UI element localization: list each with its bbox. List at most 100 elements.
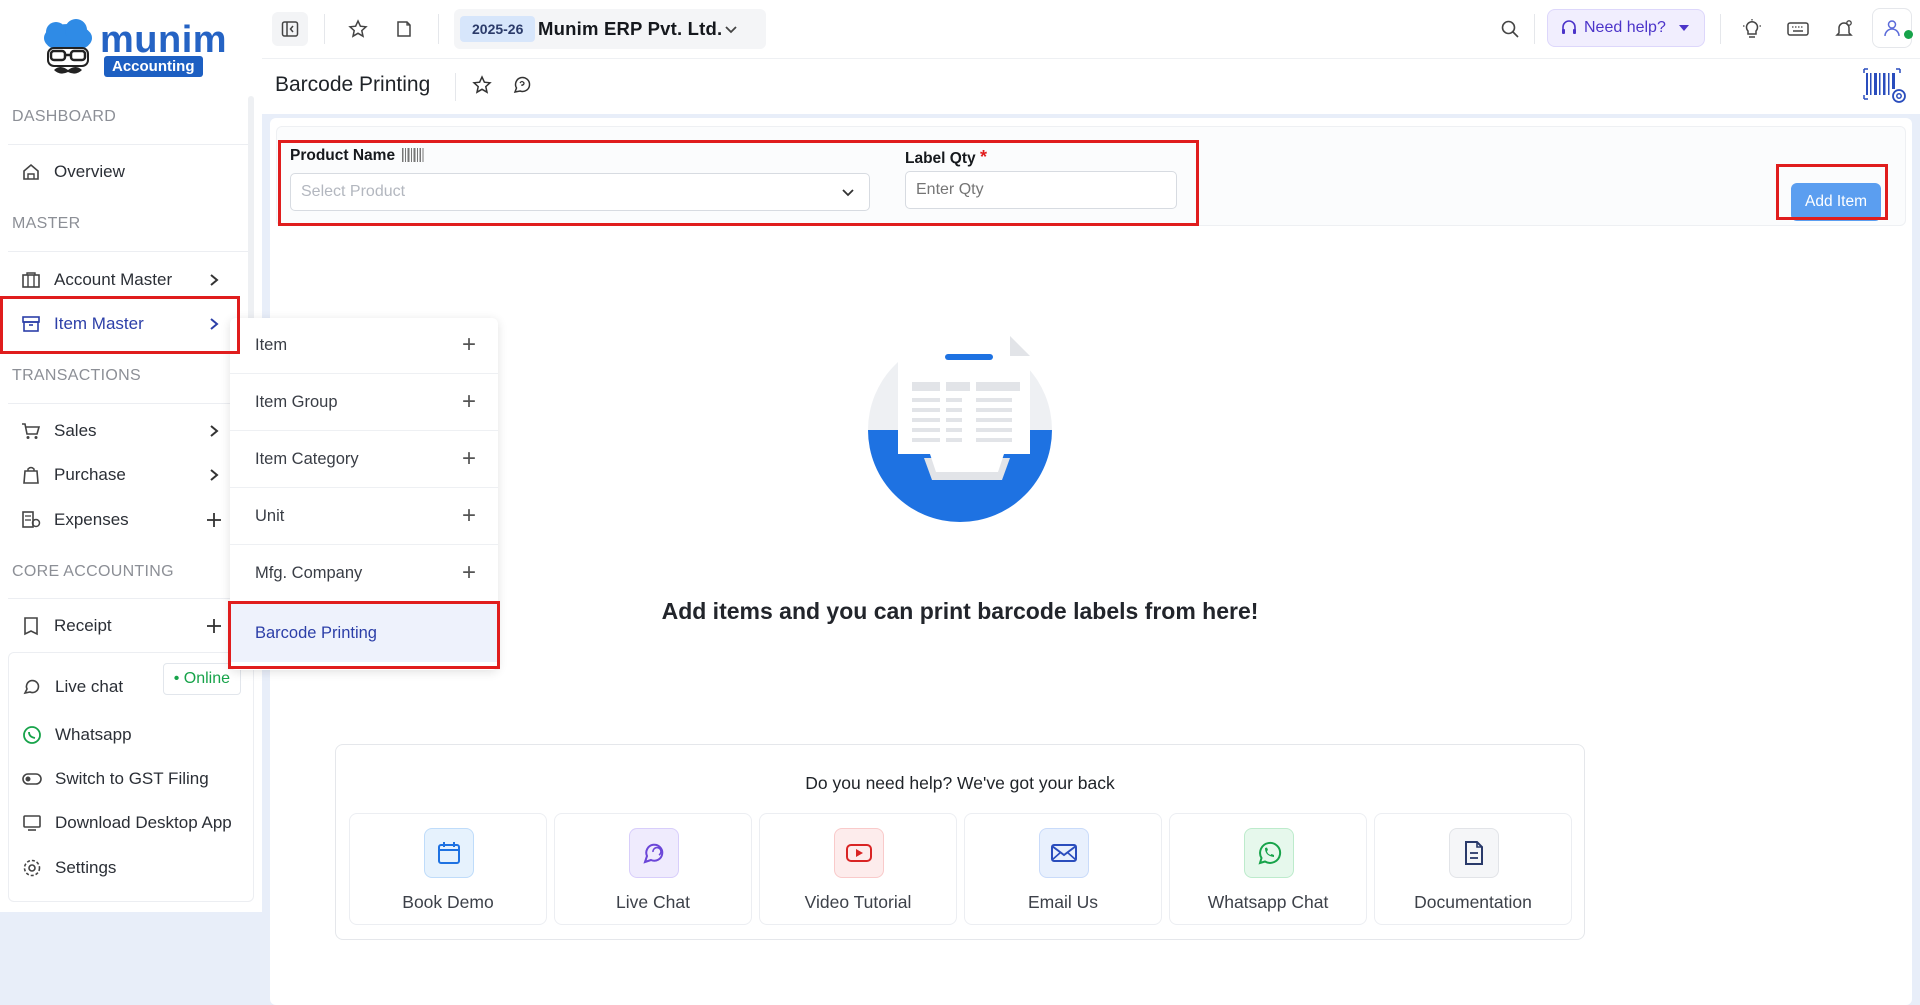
submenu-item-unit[interactable]: Unit + xyxy=(230,489,498,545)
sidebar: munim Accounting DASHBOARD Overview MAST… xyxy=(0,0,262,912)
section-master: MASTER xyxy=(12,215,81,232)
bag-icon xyxy=(20,464,42,486)
notifications-button[interactable] xyxy=(1826,12,1862,46)
gst-filing-label: Switch to GST Filing xyxy=(55,769,209,788)
sidebar-item-purchase[interactable]: Purchase xyxy=(8,455,238,495)
help-panel: Do you need help? We've got your back Bo… xyxy=(335,744,1585,940)
sidebar-item-sales[interactable]: Sales xyxy=(8,411,238,451)
plus-icon[interactable]: + xyxy=(462,447,476,471)
company-selector[interactable]: 2025-26 Munim ERP Pvt. Ltd. xyxy=(454,9,766,49)
user-profile-button[interactable] xyxy=(1872,8,1913,48)
divider xyxy=(8,144,248,145)
submenu-item-label: Mfg. Company xyxy=(255,564,363,582)
whatsapp-chat-card[interactable]: Whatsapp Chat xyxy=(1169,813,1367,925)
main-content: Product Name Select Product Label Qty * … xyxy=(270,118,1912,1005)
star-icon xyxy=(348,19,368,38)
section-dashboard: DASHBOARD xyxy=(12,108,117,125)
chevron-right-icon xyxy=(204,421,224,441)
need-help-label: Need help? xyxy=(1584,19,1666,36)
caret-down-icon xyxy=(1678,25,1689,31)
whatsapp-icon xyxy=(21,724,43,746)
chevron-right-icon xyxy=(204,465,224,485)
sidebar-item-overview[interactable]: Overview xyxy=(8,152,238,192)
whatsapp-link[interactable]: Whatsapp xyxy=(9,715,239,755)
live-chat-label: Live chat xyxy=(55,677,124,696)
highlight-box-add-item xyxy=(1776,164,1888,220)
document-icon xyxy=(1449,828,1499,878)
video-tutorial-label: Video Tutorial xyxy=(804,892,912,912)
keyboard-icon xyxy=(1787,22,1809,36)
plus-icon[interactable] xyxy=(204,510,224,530)
sidebar-item-receipt[interactable]: Receipt xyxy=(8,606,238,646)
settings-label: Settings xyxy=(55,858,117,877)
barcode-settings-button[interactable] xyxy=(1862,67,1908,107)
notes-button[interactable] xyxy=(386,12,422,46)
submenu-item-label: Item Category xyxy=(255,450,359,468)
email-us-label: Email Us xyxy=(1027,892,1098,912)
help-chat-icon xyxy=(513,76,531,94)
submenu-item-item[interactable]: Item + xyxy=(230,318,498,374)
live-chat-card[interactable]: Live Chat xyxy=(554,813,752,925)
divider xyxy=(438,14,439,44)
sidebar-item-label: Receipt xyxy=(54,616,112,635)
plus-icon[interactable]: + xyxy=(462,390,476,414)
sidebar-item-label: Expenses xyxy=(54,510,129,529)
highlight-box-item-master xyxy=(0,296,240,354)
divider xyxy=(8,403,248,404)
plus-icon[interactable]: + xyxy=(462,333,476,357)
financial-year-badge[interactable]: 2025-26 xyxy=(460,16,536,42)
submenu-item-mfg-company[interactable]: Mfg. Company + xyxy=(230,546,498,602)
sidebar-item-expenses[interactable]: Expenses xyxy=(8,500,238,540)
collapse-sidebar-button[interactable] xyxy=(272,12,308,46)
video-tutorial-card[interactable]: Video Tutorial xyxy=(759,813,957,925)
brand-logo[interactable]: munim Accounting xyxy=(42,18,232,80)
gst-filing-link[interactable]: Switch to GST Filing xyxy=(9,759,239,799)
divider xyxy=(324,14,325,44)
youtube-icon xyxy=(834,828,884,878)
favorite-page-button[interactable] xyxy=(472,75,496,99)
sidebar-item-account-master[interactable]: Account Master xyxy=(8,260,238,300)
chat-bubble-icon xyxy=(629,828,679,878)
receipt-icon xyxy=(20,615,42,637)
page-header: Barcode Printing xyxy=(262,58,1920,114)
need-help-button[interactable]: Need help? xyxy=(1547,9,1705,47)
help-panel-title: Do you need help? We've got your back xyxy=(805,773,1115,793)
brand-name: munim xyxy=(100,19,228,61)
highlight-box-barcode-printing xyxy=(228,601,500,669)
user-icon xyxy=(1884,20,1900,37)
chevron-down-icon xyxy=(725,26,737,34)
mascot-icon xyxy=(44,19,92,74)
download-desktop-link[interactable]: Download Desktop App xyxy=(9,803,239,843)
documentation-card[interactable]: Documentation xyxy=(1374,813,1572,925)
submenu-item-item-category[interactable]: Item Category + xyxy=(230,432,498,488)
search-button[interactable] xyxy=(1492,12,1528,46)
book-demo-card[interactable]: Book Demo xyxy=(349,813,547,925)
cart-icon xyxy=(20,420,42,442)
chat-icon xyxy=(21,676,43,698)
submenu-item-label: Item Group xyxy=(255,393,338,411)
download-desktop-label: Download Desktop App xyxy=(55,813,232,832)
divider xyxy=(1720,14,1721,44)
plus-icon[interactable]: + xyxy=(462,504,476,528)
top-bar: 2025-26 Munim ERP Pvt. Ltd. Need help? xyxy=(262,0,1920,58)
submenu-item-item-group[interactable]: Item Group + xyxy=(230,375,498,431)
tips-button[interactable] xyxy=(1734,12,1770,46)
star-icon xyxy=(472,75,492,94)
brand-badge: Accounting xyxy=(104,56,203,77)
divider xyxy=(455,73,456,101)
email-us-card[interactable]: Email Us xyxy=(964,813,1162,925)
whatsapp-label: Whatsapp xyxy=(55,725,132,744)
gear-icon xyxy=(21,857,43,879)
page-help-button[interactable] xyxy=(512,75,536,99)
divider xyxy=(1534,14,1535,44)
keyboard-shortcuts-button[interactable] xyxy=(1780,12,1816,46)
calendar-icon xyxy=(424,828,474,878)
search-icon xyxy=(1501,20,1519,38)
live-chat-card-label: Live Chat xyxy=(616,892,690,912)
plus-icon[interactable] xyxy=(204,616,224,636)
favorites-button[interactable] xyxy=(340,12,376,46)
documentation-label: Documentation xyxy=(1414,892,1532,912)
settings-link[interactable]: Settings xyxy=(9,848,239,888)
plus-icon[interactable]: + xyxy=(462,561,476,585)
company-name: Munim ERP Pvt. Ltd. xyxy=(538,18,723,39)
